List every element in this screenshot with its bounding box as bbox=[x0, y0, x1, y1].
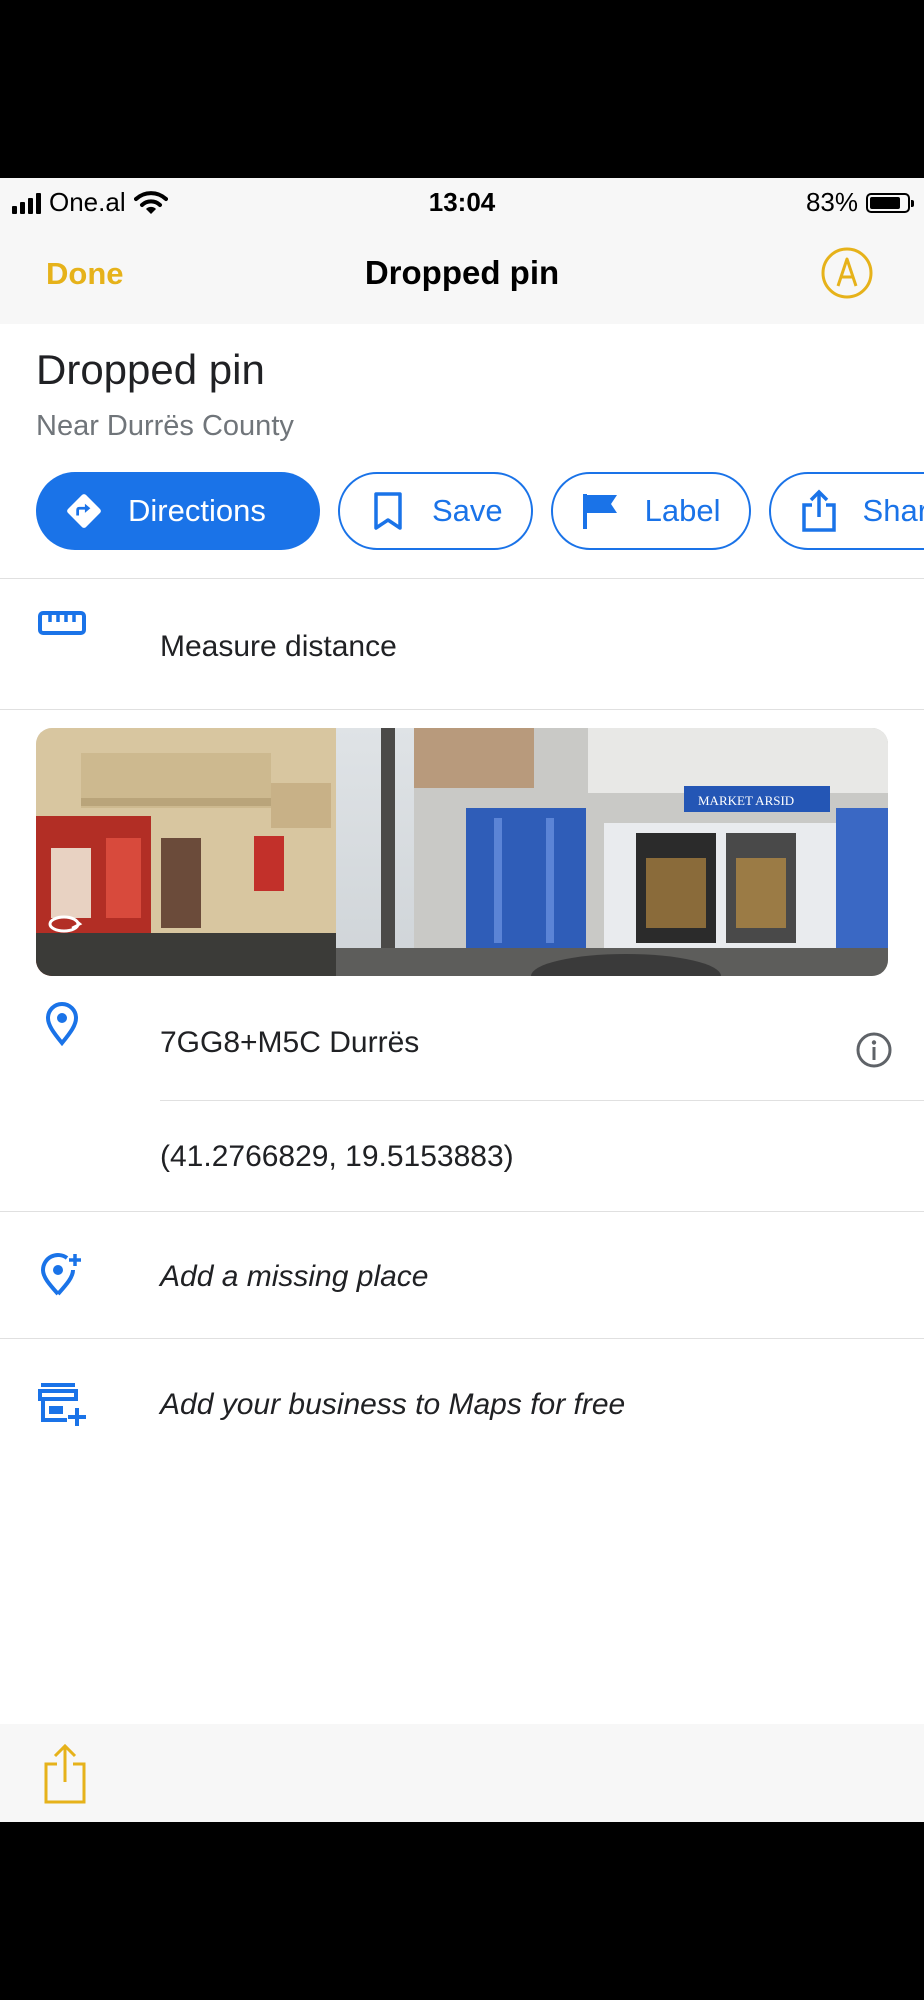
navigation-bar: Done Dropped pin bbox=[0, 226, 924, 324]
divider bbox=[160, 1100, 924, 1101]
location-pin-icon bbox=[36, 998, 88, 1050]
divider bbox=[0, 1211, 924, 1212]
directions-icon bbox=[64, 491, 104, 531]
add-missing-place-row[interactable]: Add a missing place bbox=[160, 1260, 428, 1294]
street-view-image: MARKET ARSID bbox=[36, 728, 888, 976]
divider bbox=[0, 709, 924, 710]
battery-icon bbox=[866, 192, 914, 213]
share-icon[interactable] bbox=[40, 1742, 90, 1806]
battery-fill bbox=[870, 196, 900, 209]
divider bbox=[0, 1338, 924, 1339]
flag-icon bbox=[581, 491, 621, 531]
bottom-toolbar bbox=[0, 1724, 924, 1822]
add-location-icon bbox=[36, 1248, 88, 1300]
info-icon[interactable] bbox=[854, 1030, 894, 1070]
measure-distance-row[interactable]: Measure distance bbox=[160, 630, 397, 664]
coordinates[interactable]: (41.2766829, 19.5153883) bbox=[160, 1140, 514, 1174]
markup-pen-icon[interactable] bbox=[820, 246, 874, 300]
battery-percent: 83% bbox=[805, 187, 858, 217]
street-view-thumbnail[interactable]: MARKET ARSID bbox=[36, 728, 888, 976]
place-subtitle: Near Durrës County bbox=[36, 410, 294, 442]
save-button[interactable]: Save bbox=[338, 472, 533, 550]
screen: One.al 13:04 83% Done Dropped pin Droppe… bbox=[0, 178, 924, 1822]
shop-sign-text: MARKET ARSID bbox=[698, 793, 794, 808]
action-chips: Directions Save Label Shar bbox=[36, 472, 924, 550]
ruler-icon bbox=[36, 598, 88, 650]
clock: 13:04 bbox=[428, 187, 496, 217]
place-title: Dropped pin bbox=[36, 346, 265, 393]
battery-group: 83% bbox=[805, 187, 914, 218]
share-icon bbox=[799, 489, 839, 532]
directions-button[interactable]: Directions bbox=[36, 472, 320, 550]
share-button[interactable]: Share bbox=[768, 472, 924, 550]
plus-code[interactable]: 7GG8+M5C Durrës bbox=[160, 1026, 419, 1060]
save-label: Save bbox=[432, 493, 503, 528]
divider bbox=[0, 578, 924, 579]
nav-title: Dropped pin bbox=[364, 254, 560, 291]
status-bar: One.al 13:04 83% bbox=[0, 178, 924, 226]
bookmark-icon bbox=[368, 491, 408, 531]
label-button[interactable]: Label bbox=[550, 472, 751, 550]
add-business-icon bbox=[36, 1378, 88, 1430]
directions-label: Directions bbox=[128, 493, 266, 528]
share-label: Share bbox=[862, 493, 924, 528]
add-business-row[interactable]: Add your business to Maps for free bbox=[160, 1388, 625, 1422]
label-label: Label bbox=[644, 493, 721, 528]
